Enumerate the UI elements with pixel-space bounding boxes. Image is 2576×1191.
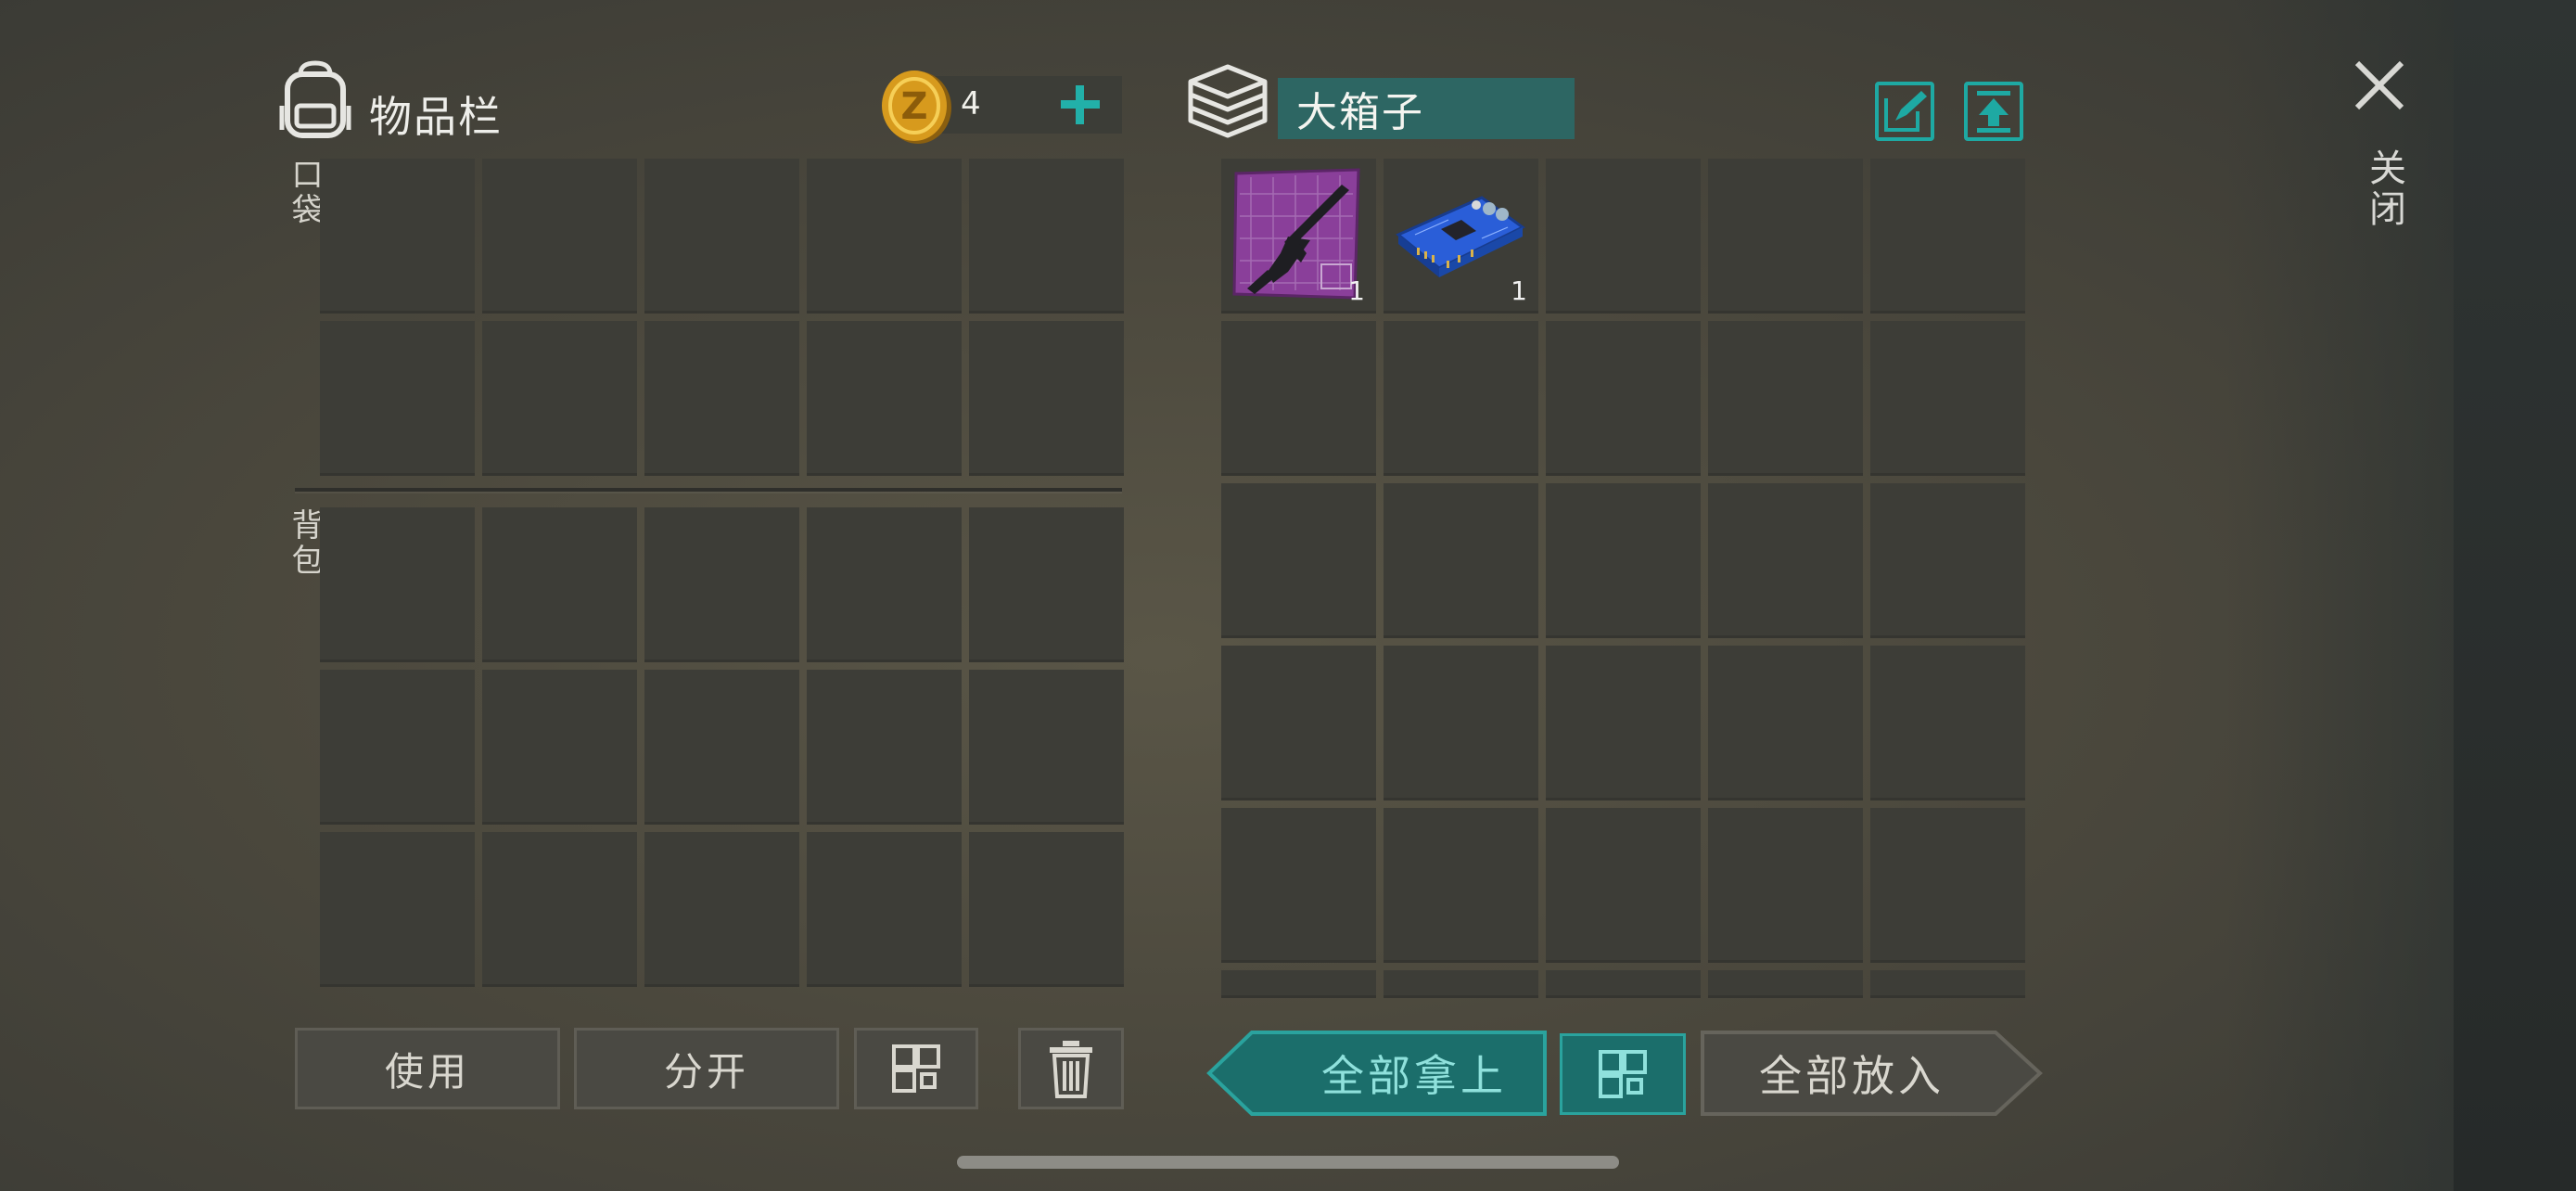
coin-icon: Z bbox=[879, 67, 953, 145]
circuit-board-item[interactable] bbox=[1393, 183, 1528, 285]
close-label: 关闭 bbox=[2363, 148, 2405, 230]
pocket-slot[interactable] bbox=[320, 159, 475, 314]
sort-inventory-button[interactable] bbox=[854, 1028, 978, 1109]
container-slot[interactable] bbox=[1870, 483, 2025, 638]
rifle-blueprint-icon bbox=[1232, 168, 1360, 300]
container-slot[interactable] bbox=[1221, 646, 1376, 800]
container-name-text: 大箱子 bbox=[1296, 89, 1424, 136]
container-slot[interactable]: 1 bbox=[1384, 159, 1538, 314]
put-all-label: 全部放入 bbox=[1759, 1051, 1945, 1101]
discard-button[interactable] bbox=[1018, 1028, 1124, 1109]
backpack-slot[interactable] bbox=[320, 832, 475, 987]
backpack-slot[interactable] bbox=[644, 670, 799, 825]
container-slot[interactable] bbox=[1870, 808, 2025, 963]
coin-count: 4 bbox=[961, 85, 981, 122]
item-quantity: 1 bbox=[1511, 275, 1527, 306]
backpack-slot[interactable] bbox=[807, 507, 962, 662]
pocket-grid bbox=[320, 159, 1124, 476]
pocket-slot[interactable] bbox=[807, 159, 962, 314]
container-slot[interactable] bbox=[1870, 646, 2025, 800]
container-slot[interactable] bbox=[1384, 483, 1538, 638]
pocket-slot[interactable] bbox=[644, 321, 799, 476]
container-slot[interactable] bbox=[1708, 646, 1863, 800]
edit-icon bbox=[1884, 91, 1927, 132]
grid-sort-icon bbox=[892, 1044, 940, 1093]
backpack-slot[interactable] bbox=[969, 507, 1124, 662]
inventory-title: 物品栏 bbox=[369, 92, 503, 142]
storage-box-icon bbox=[1185, 61, 1270, 141]
container-slot[interactable] bbox=[1221, 808, 1376, 963]
container-slot[interactable] bbox=[1384, 970, 1538, 998]
backpack-slot[interactable] bbox=[482, 507, 637, 662]
container-slot[interactable] bbox=[1546, 646, 1701, 800]
container-slot[interactable] bbox=[1870, 970, 2025, 998]
backpack-slot[interactable] bbox=[644, 507, 799, 662]
container-slot[interactable] bbox=[1384, 646, 1538, 800]
backpack-slot[interactable] bbox=[482, 832, 637, 987]
backpack-slot[interactable] bbox=[969, 832, 1124, 987]
container-slot[interactable] bbox=[1708, 970, 1863, 998]
backpack-slot[interactable] bbox=[807, 832, 962, 987]
backpack-slot[interactable] bbox=[969, 670, 1124, 825]
add-coins-button[interactable] bbox=[1057, 82, 1103, 128]
upload-button[interactable] bbox=[1964, 82, 2023, 141]
take-all-button[interactable]: 全部拿上 bbox=[1205, 1030, 1549, 1117]
backpack-icon bbox=[278, 59, 352, 141]
container-slot[interactable] bbox=[1708, 321, 1863, 476]
rename-button[interactable] bbox=[1875, 82, 1934, 141]
split-button-label: 分开 bbox=[663, 1048, 749, 1095]
close-icon bbox=[2354, 60, 2404, 110]
container-slot[interactable]: 1 bbox=[1221, 159, 1376, 314]
container-slot[interactable] bbox=[1221, 483, 1376, 638]
pocket-slot[interactable] bbox=[969, 159, 1124, 314]
backpack-grid bbox=[320, 507, 1124, 987]
container-slot[interactable] bbox=[1546, 483, 1701, 638]
use-button[interactable]: 使用 bbox=[295, 1028, 560, 1109]
backpack-slot[interactable] bbox=[482, 670, 637, 825]
container-slot[interactable] bbox=[1546, 159, 1701, 314]
right-edge-strip bbox=[2454, 0, 2576, 1191]
container-slot[interactable] bbox=[1546, 321, 1701, 476]
sort-container-button[interactable] bbox=[1560, 1033, 1686, 1115]
container-slot[interactable] bbox=[1546, 970, 1701, 998]
pocket-slot[interactable] bbox=[320, 321, 475, 476]
svg-text:Z: Z bbox=[900, 85, 927, 128]
container-slot[interactable] bbox=[1708, 808, 1863, 963]
container-grid: 1 1 bbox=[1221, 159, 2025, 998]
close-button[interactable] bbox=[2352, 58, 2407, 113]
backpack-slot[interactable] bbox=[320, 670, 475, 825]
home-indicator bbox=[957, 1156, 1619, 1169]
container-slot[interactable] bbox=[1221, 321, 1376, 476]
container-slot[interactable] bbox=[1870, 321, 2025, 476]
pocket-slot[interactable] bbox=[482, 321, 637, 476]
put-all-button[interactable]: 全部放入 bbox=[1699, 1030, 2044, 1117]
backpack-slot[interactable] bbox=[807, 670, 962, 825]
container-slot[interactable] bbox=[1870, 159, 2025, 314]
container-slot[interactable] bbox=[1384, 321, 1538, 476]
item-quantity: 1 bbox=[1348, 275, 1365, 306]
grid-sort-icon bbox=[1599, 1050, 1647, 1098]
rifle-blueprint-item[interactable] bbox=[1232, 168, 1362, 301]
upload-icon bbox=[1977, 91, 2010, 133]
plus-icon bbox=[1061, 85, 1100, 124]
section-divider bbox=[295, 488, 1122, 492]
container-slot[interactable] bbox=[1708, 159, 1863, 314]
pocket-slot[interactable] bbox=[969, 321, 1124, 476]
container-slot[interactable] bbox=[1546, 808, 1701, 963]
circuit-board-icon bbox=[1396, 196, 1525, 277]
container-slot[interactable] bbox=[1708, 483, 1863, 638]
split-button[interactable]: 分开 bbox=[574, 1028, 839, 1109]
pocket-slot[interactable] bbox=[644, 159, 799, 314]
container-name[interactable]: 大箱子 bbox=[1278, 78, 1575, 139]
container-slot[interactable] bbox=[1221, 970, 1376, 998]
background-shade bbox=[2225, 0, 2454, 1191]
backpack-slot[interactable] bbox=[320, 507, 475, 662]
take-all-label: 全部拿上 bbox=[1321, 1051, 1507, 1101]
container-slot[interactable] bbox=[1384, 808, 1538, 963]
pocket-slot[interactable] bbox=[807, 321, 962, 476]
use-button-label: 使用 bbox=[384, 1048, 470, 1095]
pocket-slot[interactable] bbox=[482, 159, 637, 314]
trash-icon bbox=[1050, 1041, 1092, 1098]
backpack-slot[interactable] bbox=[644, 832, 799, 987]
